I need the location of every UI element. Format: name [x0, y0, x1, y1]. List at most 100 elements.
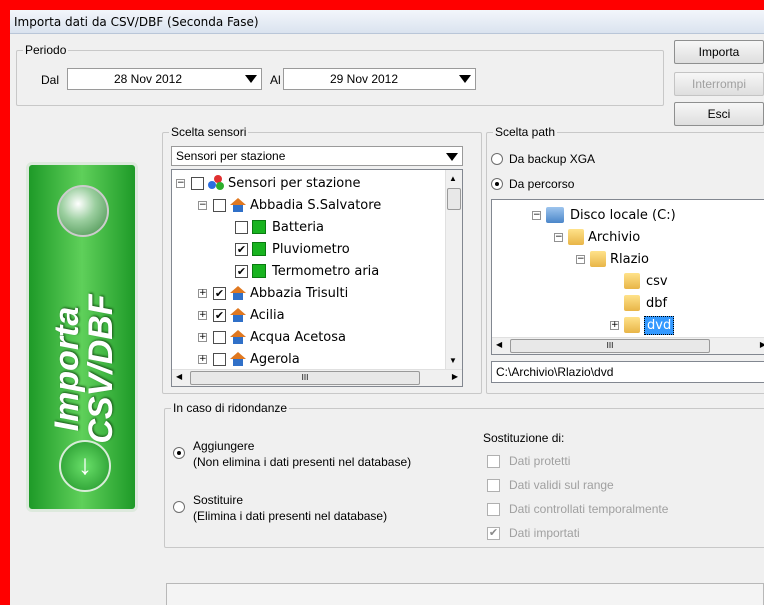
folder-label: Rlazio: [610, 252, 649, 267]
title-bar: Importa dati da CSV/DBF (Seconda Fase): [10, 10, 764, 34]
station-house-icon: [230, 198, 246, 212]
scroll-down-icon[interactable]: ▼: [449, 356, 457, 365]
tree-label: Termometro aria: [272, 264, 380, 279]
sensor-status-icon: [252, 264, 266, 278]
checkbox[interactable]: [191, 177, 204, 190]
al-value: 29 Nov 2012: [329, 72, 399, 86]
scroll-thumb[interactable]: III: [510, 339, 710, 353]
drive-icon: [546, 207, 564, 223]
checkbox[interactable]: ✔: [213, 309, 226, 322]
folder-label: Disco locale (C:): [570, 208, 676, 223]
folder-label: dvd: [644, 316, 675, 335]
tree-label: Agerola: [250, 352, 300, 367]
station-house-icon: [230, 330, 246, 344]
window-title: Importa dati da CSV/DBF (Seconda Fase): [14, 15, 259, 29]
checkbox[interactable]: [213, 331, 226, 344]
download-arrow-icon: ↓: [59, 440, 111, 492]
folder-tree[interactable]: − Disco locale (C:) − Archivio − Rlazio …: [491, 199, 764, 355]
folder-icon: [624, 273, 640, 289]
interrompi-button[interactable]: Interrompi: [674, 72, 764, 96]
dal-value: 28 Nov 2012: [113, 72, 183, 86]
scroll-thumb[interactable]: [447, 188, 461, 210]
sensor-status-icon: [252, 220, 266, 234]
radio-aggiungere[interactable]: [173, 447, 185, 459]
checkbox[interactable]: ✔: [213, 287, 226, 300]
tree-label: Sensori per stazione: [228, 176, 361, 191]
sensors-group-icon: [208, 175, 224, 191]
station-house-icon: [230, 308, 246, 322]
collapse-icon[interactable]: −: [198, 201, 207, 210]
periodo-group: Periodo Dal 28 Nov 2012 Al 29 Nov 2012: [16, 43, 664, 106]
expand-icon[interactable]: +: [610, 321, 619, 330]
vertical-scrollbar[interactable]: ▲ ▼: [445, 170, 462, 370]
horizontal-scrollbar[interactable]: ◀ III ▶: [492, 337, 764, 354]
tree-label: Acqua Acetosa: [250, 330, 347, 345]
collapse-icon[interactable]: −: [532, 211, 541, 220]
horizontal-scrollbar[interactable]: ◀ III ▶: [172, 369, 462, 386]
scroll-left-icon[interactable]: ◀: [496, 340, 502, 349]
expand-icon[interactable]: +: [198, 355, 207, 364]
radio-percorso[interactable]: [491, 178, 503, 190]
scroll-left-icon[interactable]: ◀: [176, 372, 182, 381]
checkbox[interactable]: ✔: [235, 243, 248, 256]
import-dialog: Importa dati da CSV/DBF (Seconda Fase) P…: [10, 10, 764, 605]
scroll-right-icon[interactable]: ▶: [760, 340, 764, 349]
percorso-label: Da percorso: [509, 177, 575, 191]
backup-label: Da backup XGA: [509, 152, 596, 166]
checkbox-dati-importati[interactable]: ✔: [487, 527, 500, 540]
al-date-picker[interactable]: 29 Nov 2012: [283, 68, 476, 90]
checkbox[interactable]: [235, 221, 248, 234]
dati-importati-label: Dati importati: [509, 526, 580, 540]
sensori-tree[interactable]: − Sensori per stazione − Abbadia S.Salva…: [171, 169, 463, 387]
checkbox[interactable]: [213, 199, 226, 212]
checkbox[interactable]: [213, 353, 226, 366]
path-caption: Scelta path: [493, 125, 558, 139]
expand-icon[interactable]: +: [198, 289, 207, 298]
checkbox-dati-validi[interactable]: [487, 479, 500, 492]
collapse-icon[interactable]: −: [554, 233, 563, 242]
radio-sostituire[interactable]: [173, 501, 185, 513]
chevron-down-icon[interactable]: [455, 69, 475, 89]
folder-label: csv: [646, 274, 668, 289]
importa-button[interactable]: Importa: [674, 40, 764, 64]
scroll-thumb[interactable]: III: [190, 371, 420, 385]
sensori-mode-select[interactable]: Sensori per stazione: [171, 146, 463, 166]
scroll-right-icon[interactable]: ▶: [452, 372, 458, 381]
dal-label: Dal: [41, 73, 60, 87]
tree-label: Acilia: [250, 308, 285, 323]
path-input[interactable]: C:\Archivio\Rlazio\dvd: [491, 361, 764, 383]
ridondanze-caption: In caso di ridondanze: [171, 401, 290, 415]
sensori-combo-value: Sensori per stazione: [176, 149, 286, 163]
al-label: Al: [270, 73, 281, 87]
folder-icon: [624, 295, 640, 311]
path-group: Scelta path Da backup XGA Da percorso − …: [486, 125, 764, 394]
station-house-icon: [230, 352, 246, 366]
tree-label: Batteria: [272, 220, 324, 235]
sensori-caption: Scelta sensori: [169, 125, 249, 139]
expand-icon[interactable]: +: [198, 333, 207, 342]
chevron-down-icon[interactable]: [442, 147, 462, 165]
folder-icon: [624, 317, 640, 333]
dati-validi-label: Dati validi sul range: [509, 478, 614, 492]
radio-backup[interactable]: [491, 153, 503, 165]
tree-label: Abbadia S.Salvatore: [250, 198, 382, 213]
aggiungere-note: (Non elimina i dati presenti nel databas…: [193, 455, 412, 469]
expand-icon[interactable]: +: [198, 311, 207, 320]
scroll-up-icon[interactable]: ▲: [449, 174, 457, 183]
dal-date-picker[interactable]: 28 Nov 2012: [67, 68, 262, 90]
checkbox-dati-controllati[interactable]: [487, 503, 500, 516]
periodo-caption: Periodo: [23, 43, 69, 57]
folder-label: dbf: [646, 296, 668, 311]
esci-button[interactable]: Esci: [674, 102, 764, 126]
station-house-icon: [230, 286, 246, 300]
chevron-down-icon[interactable]: [241, 69, 261, 89]
checkbox-dati-protetti[interactable]: [487, 455, 500, 468]
folder-icon: [568, 229, 584, 245]
checkbox[interactable]: ✔: [235, 265, 248, 278]
sostituzione-label: Sostituzione di:: [483, 431, 565, 445]
collapse-icon[interactable]: −: [176, 179, 185, 188]
sensori-group: Scelta sensori Sensori per stazione − Se…: [162, 125, 482, 394]
ridondanze-group: In caso di ridondanze Aggiungere (Non el…: [164, 401, 764, 548]
sensor-status-icon: [252, 242, 266, 256]
collapse-icon[interactable]: −: [576, 255, 585, 264]
